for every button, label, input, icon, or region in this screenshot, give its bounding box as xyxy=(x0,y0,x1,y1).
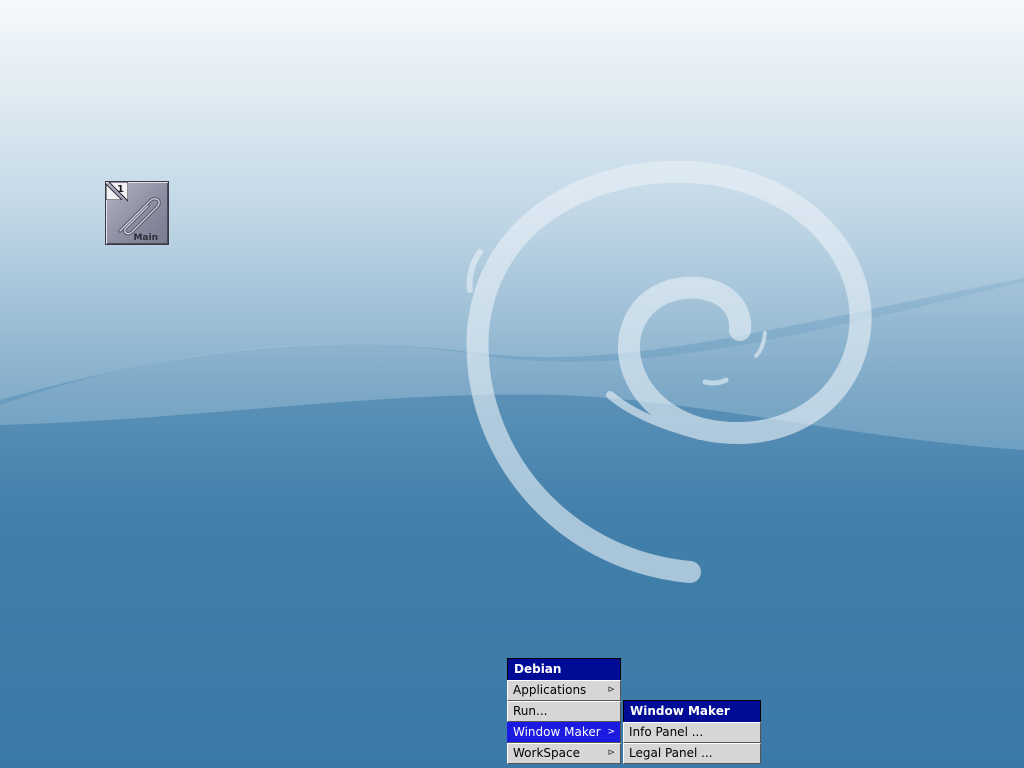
menu-item-applications[interactable]: Applications ⊳ xyxy=(507,680,621,701)
menu-item-window-maker[interactable]: Window Maker > xyxy=(507,722,621,743)
menu-item-legal-panel[interactable]: Legal Panel ... xyxy=(623,743,761,764)
submenu-arrow-icon: ⊳ xyxy=(607,685,615,695)
menu-item-label: Window Maker xyxy=(513,725,601,739)
menu-item-run[interactable]: Run... xyxy=(507,701,621,722)
desktop[interactable]: 1 Main Debian Applications ⊳ Run... Wind… xyxy=(0,0,1024,768)
debian-wallpaper xyxy=(0,0,1024,768)
window-maker-submenu-title[interactable]: Window Maker xyxy=(623,700,761,722)
menu-item-label: WorkSpace xyxy=(513,746,580,760)
menu-item-label: Run... xyxy=(513,704,548,718)
menu-item-label: Legal Panel ... xyxy=(629,746,713,760)
root-menu-title[interactable]: Debian xyxy=(507,658,621,680)
menu-item-workspace[interactable]: WorkSpace ⊳ xyxy=(507,743,621,764)
clip-workspace-icon[interactable]: 1 Main xyxy=(105,181,169,245)
menu-item-label: Info Panel ... xyxy=(629,725,704,739)
menu-item-info-panel[interactable]: Info Panel ... xyxy=(623,722,761,743)
submenu-open-arrow-icon: > xyxy=(607,727,615,737)
menu-item-label: Applications xyxy=(513,683,587,697)
workspace-number: 1 xyxy=(117,184,124,195)
submenu-arrow-icon: ⊳ xyxy=(607,748,615,758)
window-maker-submenu: Window Maker Info Panel ... Legal Panel … xyxy=(623,700,761,764)
workspace-name: Main xyxy=(133,233,158,243)
root-menu: Debian Applications ⊳ Run... Window Make… xyxy=(507,658,621,764)
